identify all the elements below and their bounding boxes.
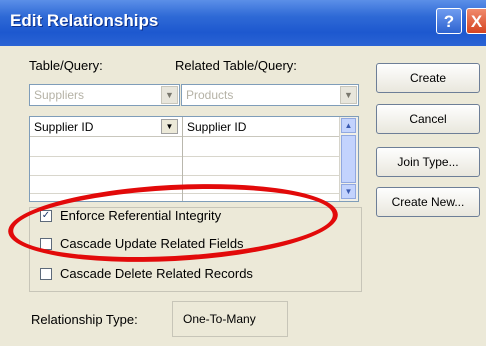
cascade-delete-checkbox[interactable] xyxy=(40,268,52,280)
table-field-cell[interactable]: Supplier ID ▼ xyxy=(30,117,182,137)
edit-relationships-dialog: Edit Relationships ? X Table/Query: Rela… xyxy=(0,0,486,346)
scroll-up-icon[interactable]: ▲ xyxy=(341,118,356,133)
table-field-value: Supplier ID xyxy=(34,120,94,134)
relationship-type-label: Relationship Type: xyxy=(31,312,138,327)
related-field-cell[interactable]: Supplier ID xyxy=(183,117,340,137)
related-table-query-label: Related Table/Query: xyxy=(175,58,297,73)
join-type-button[interactable]: Join Type... xyxy=(376,147,480,177)
create-new-button[interactable]: Create New... xyxy=(376,187,480,217)
title-bar[interactable]: Edit Relationships ? X xyxy=(0,0,486,46)
grid-scrollbar[interactable]: ▲ ▼ xyxy=(339,117,358,201)
window-title: Edit Relationships xyxy=(10,11,159,30)
table-query-select[interactable]: Suppliers ▼ xyxy=(29,84,180,106)
related-table-query-value: Products xyxy=(186,88,234,102)
help-button[interactable]: ? xyxy=(436,8,462,34)
chevron-down-icon[interactable]: ▼ xyxy=(161,86,178,104)
table-query-value: Suppliers xyxy=(34,88,85,102)
close-button[interactable]: X xyxy=(466,8,486,34)
related-table-query-select[interactable]: Products ▼ xyxy=(181,84,359,106)
help-icon: ? xyxy=(443,12,455,31)
related-field-value: Supplier ID xyxy=(187,120,247,134)
chevron-down-icon[interactable]: ▼ xyxy=(161,119,178,134)
grid-row-divider xyxy=(30,175,340,176)
table-query-label: Table/Query: xyxy=(29,58,103,73)
relationship-type-value: One-To-Many xyxy=(172,301,288,337)
close-icon: X xyxy=(470,12,483,31)
scroll-down-icon[interactable]: ▼ xyxy=(341,184,356,199)
grid-row-divider xyxy=(30,156,340,157)
chevron-down-icon[interactable]: ▼ xyxy=(340,86,357,104)
cascade-delete-label: Cascade Delete Related Records xyxy=(60,266,253,281)
scrollbar-thumb[interactable] xyxy=(341,135,356,183)
cancel-button[interactable]: Cancel xyxy=(376,104,480,134)
create-button[interactable]: Create xyxy=(376,63,480,93)
